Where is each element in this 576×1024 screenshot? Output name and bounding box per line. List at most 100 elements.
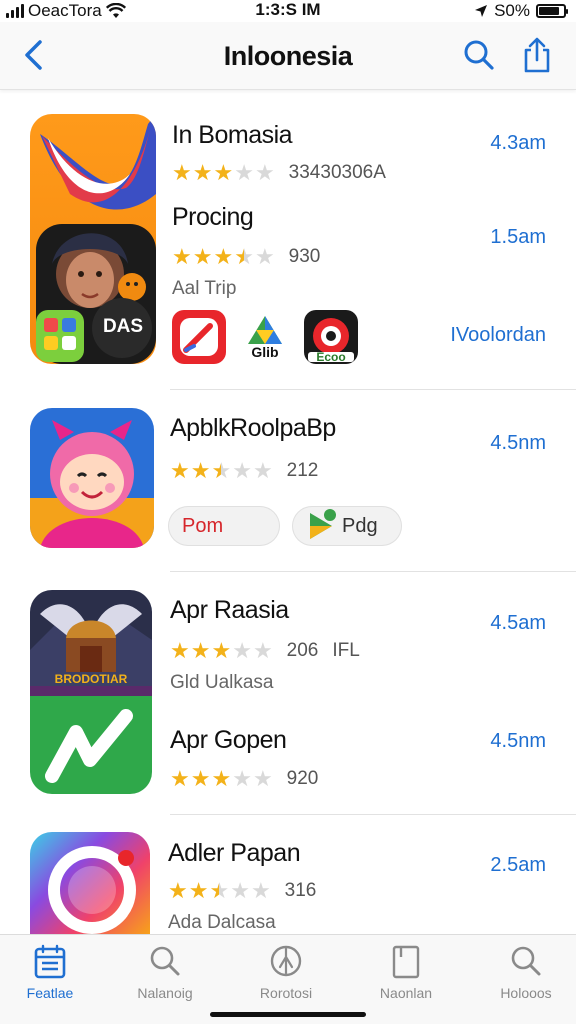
compass-icon — [270, 945, 302, 977]
star-icon: ★ — [213, 160, 234, 185]
rating-count: 212 — [286, 460, 319, 481]
app-size[interactable]: 4.3am — [490, 132, 546, 155]
tab-label: Rorotosi — [259, 985, 313, 1001]
mini-app-label: Ecoo — [316, 350, 346, 364]
tab-label: Naonlan — [379, 985, 433, 1001]
app-name[interactable]: Adler Papan — [168, 839, 301, 868]
tab-label: Nalanoig — [137, 985, 193, 1001]
star-icon: ★ — [192, 160, 213, 185]
app-rating-row: ★ ★ ★ ★ ★ 920 — [170, 768, 318, 790]
green-logo-icon — [45, 709, 133, 783]
app-rating-row: ★ ★ ★ ★ ★ 212 — [170, 460, 318, 482]
location-arrow-icon — [475, 5, 488, 17]
star-icon: ★ — [252, 458, 273, 483]
star-icon: ★ — [190, 638, 211, 663]
mini-app-label: Glib — [251, 344, 279, 360]
star-icon: ★ — [168, 878, 188, 903]
app-size[interactable]: 4.5am — [490, 612, 546, 635]
tab-label: Featlae — [26, 985, 74, 1001]
app-rating-row: ★ ★ ★ ★ ★ 33430306A — [172, 162, 386, 184]
star-rating: ★ ★ ★ ★ ★ — [170, 460, 273, 482]
app-size[interactable]: 4.5nm — [490, 432, 546, 455]
in-app-pill-pom[interactable]: Pom — [168, 506, 280, 546]
rating-tag: IFL — [332, 640, 360, 661]
pill-label: Pdg — [342, 514, 378, 537]
star-rating: ★ ★ ★ ★ ★ — [170, 640, 273, 662]
app-name[interactable]: ApblkRoolpaBp — [170, 414, 336, 443]
star-rating: ★ ★ ★ ★ ★ — [170, 768, 273, 790]
star-icon: ★ — [211, 766, 232, 791]
search-icon[interactable] — [462, 38, 496, 72]
rating-count: 316 — [284, 880, 317, 901]
mini-app-icon-ecoo[interactable]: Ecoo — [304, 310, 358, 364]
app-name[interactable]: In Bomasia — [172, 121, 293, 150]
home-indicator[interactable] — [210, 1012, 366, 1017]
featured-icon — [34, 944, 66, 979]
tab-explore[interactable]: Rorotosi — [236, 943, 336, 1001]
app-subtitle: Aal Trip — [172, 278, 237, 299]
app-rating-row: ★ ★ ★ ★ ★ 206 IFL — [170, 640, 360, 662]
monster-character-icon — [30, 420, 154, 548]
rating-count: 920 — [286, 768, 319, 789]
star-icon: ★ — [188, 878, 209, 903]
mini-app-icon-glib[interactable]: Glib — [238, 310, 292, 364]
star-icon: ★ — [211, 638, 232, 663]
app-rating-row: ★ ★ ★ ★ ★ 930 — [172, 246, 320, 268]
app-icon-in-bomasia[interactable]: DAS — [30, 114, 156, 364]
star-icon: ★ — [230, 878, 250, 903]
divider — [170, 814, 576, 815]
search-icon — [150, 946, 180, 976]
game-banner-label: BRODOTIAR — [54, 672, 128, 686]
app-icon-apblk[interactable] — [30, 408, 154, 548]
rating-count: 33430306A — [288, 162, 386, 183]
app-badge-label: DAS — [102, 316, 144, 337]
star-icon: ★ — [232, 766, 252, 791]
star-icon: ★ — [254, 244, 275, 269]
app-name[interactable]: Procing — [172, 203, 254, 232]
app-size[interactable]: 4.5nm — [490, 730, 546, 753]
divider — [170, 571, 576, 572]
app-size[interactable]: 2.5am — [490, 854, 546, 877]
developer-link[interactable]: IVoolordan — [450, 324, 546, 347]
navigation-bar: Inloonesia — [0, 22, 576, 90]
app-icon-apr-gopen[interactable] — [30, 696, 152, 794]
star-icon: ★ — [170, 458, 190, 483]
app-subtitle: Gld Ualkasa — [170, 672, 274, 693]
gradient-ring-icon — [48, 846, 136, 934]
app-icon-apr-raasia[interactable]: BRODOTIAR — [30, 590, 152, 696]
pen-icon — [180, 318, 218, 356]
star-rating: ★ ★ ★ ★ ★ — [172, 246, 275, 268]
star-icon: ★ — [192, 244, 213, 269]
battery-icon — [536, 4, 568, 18]
app-icon-adler-papan[interactable] — [30, 832, 150, 934]
play-store-icon — [310, 509, 336, 539]
share-icon[interactable] — [520, 36, 554, 74]
star-icon: ★ — [190, 458, 211, 483]
star-icon: ★ — [250, 878, 271, 903]
tab-holooos[interactable]: Holooos — [476, 943, 576, 1001]
tab-search[interactable]: Nalanoig — [115, 943, 215, 1001]
status-right: S0% — [474, 1, 568, 21]
app-size[interactable]: 1.5am — [490, 226, 546, 249]
tab-label: Holooos — [500, 985, 552, 1001]
tab-library[interactable]: Naonlan — [356, 943, 456, 1001]
tab-featured[interactable]: Featlae — [0, 943, 100, 1001]
app-name[interactable]: Apr Gopen — [170, 726, 287, 755]
star-icon: ★ — [209, 878, 230, 903]
star-icon: ★ — [211, 458, 232, 483]
in-app-pill-pdg[interactable]: Pdg — [292, 506, 402, 546]
star-icon: ★ — [234, 244, 254, 269]
star-icon: ★ — [232, 638, 252, 663]
divider — [170, 389, 576, 390]
rating-count: 930 — [288, 246, 321, 267]
tab-bar: Featlae Nalanoig Rorotosi Naonlan Holooo… — [0, 934, 576, 1024]
star-icon: ★ — [232, 458, 252, 483]
app-name[interactable]: Apr Raasia — [170, 596, 289, 625]
star-icon: ★ — [190, 766, 211, 791]
star-icon: ★ — [213, 244, 234, 269]
mini-app-icon-red[interactable] — [172, 310, 226, 364]
star-icon: ★ — [170, 766, 190, 791]
star-icon: ★ — [172, 244, 192, 269]
search-icon — [511, 946, 541, 976]
star-icon: ★ — [252, 638, 273, 663]
